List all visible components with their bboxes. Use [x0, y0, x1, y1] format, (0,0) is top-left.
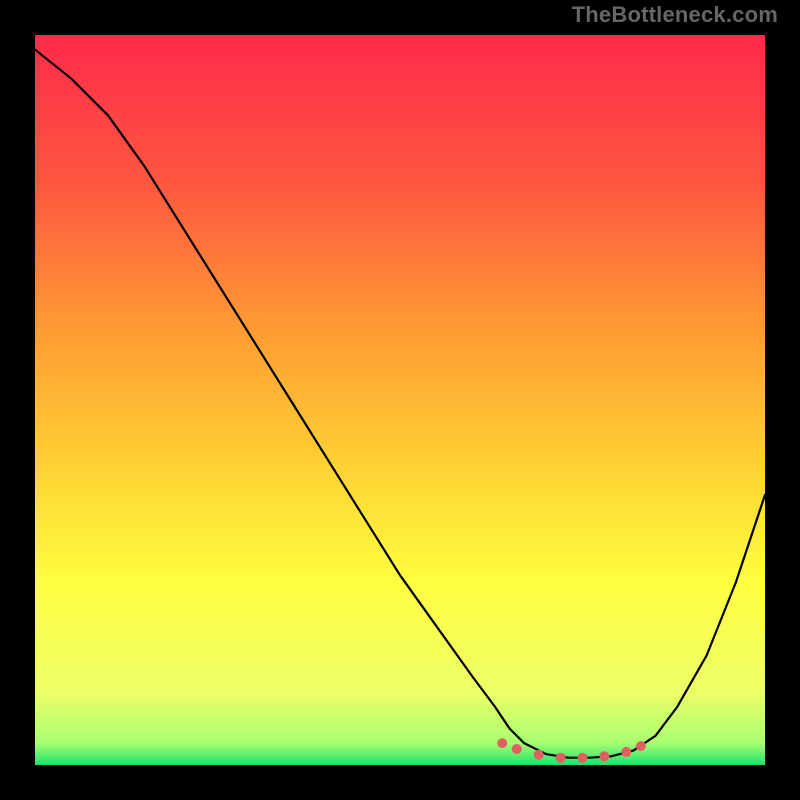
floor-marker [599, 751, 609, 761]
floor-marker [578, 753, 588, 763]
watermark-text: TheBottleneck.com [572, 2, 778, 28]
floor-marker [621, 747, 631, 757]
floor-marker [512, 744, 522, 754]
floor-marker [534, 750, 544, 760]
chart-container: TheBottleneck.com [0, 0, 800, 800]
floor-marker [556, 753, 566, 763]
heatmap-plot [35, 35, 765, 765]
chart-svg [35, 35, 765, 765]
floor-marker [636, 741, 646, 751]
heatmap-background [35, 35, 765, 765]
floor-marker [497, 738, 507, 748]
